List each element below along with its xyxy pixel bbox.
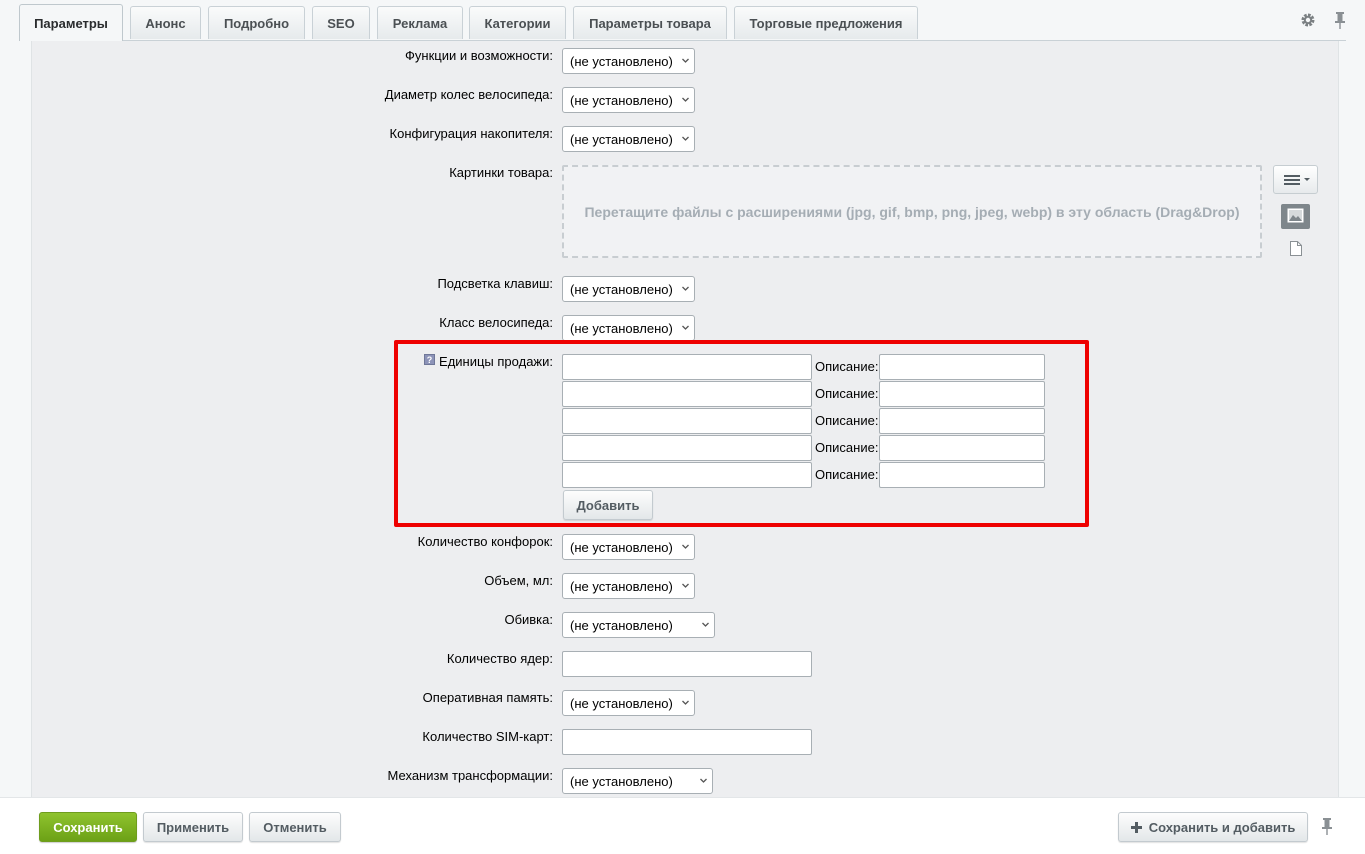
save-and-add-label: Сохранить и добавить (1148, 819, 1296, 835)
chevron-down-icon (682, 544, 689, 549)
description-input[interactable] (879, 435, 1045, 461)
gear-icon[interactable] (1299, 12, 1317, 30)
chevron-down-icon (682, 700, 689, 705)
transform-mechanism-label: Механизм трансформации: (387, 768, 553, 783)
pin-icon[interactable] (1334, 12, 1346, 30)
description-label: Описание: (815, 386, 879, 401)
sale-units-label: Единицы продажи: (439, 354, 553, 369)
select-value: (не установлено) (570, 53, 673, 69)
chevron-down-icon (682, 97, 689, 102)
ram-select[interactable]: (не установлено) (562, 690, 695, 716)
tab-parameters[interactable]: Параметры (19, 4, 123, 41)
dropzone-text: Перетащите файлы с расширениями (jpg, gi… (584, 203, 1240, 220)
bike-class-select[interactable]: (не установлено) (562, 315, 695, 341)
description-input[interactable] (879, 354, 1045, 380)
cores-input[interactable] (562, 651, 812, 677)
description-label: Описание: (815, 359, 879, 374)
cores-label: Количество ядер: (446, 651, 553, 666)
menu-icon (1284, 175, 1310, 185)
description-label: Описание: (815, 440, 879, 455)
wheel-diameter-label: Диаметр колес велосипеда: (384, 87, 553, 102)
wheel-diameter-select[interactable]: (не установлено) (562, 87, 695, 113)
chevron-down-icon (682, 583, 689, 588)
transform-mechanism-select[interactable]: (не установлено) (562, 768, 713, 794)
chevron-down-icon (682, 325, 689, 330)
tab-details[interactable]: Подробно (208, 6, 305, 39)
save-button[interactable]: Сохранить (39, 812, 137, 842)
menu-button[interactable] (1273, 165, 1318, 194)
description-label: Описание: (815, 467, 879, 482)
description-input[interactable] (879, 381, 1045, 407)
sale-unit-input[interactable] (562, 462, 812, 488)
bike-class-label: Класс велосипеда: (439, 315, 553, 330)
tab-advertising[interactable]: Реклама (377, 6, 463, 39)
save-and-add-button[interactable]: Сохранить и добавить (1118, 812, 1308, 842)
upholstery-label: Обивка: (504, 612, 553, 627)
select-value: (не установлено) (570, 320, 673, 336)
key-backlight-label: Подсветка клавиш: (437, 276, 553, 291)
chevron-down-icon (700, 778, 707, 783)
file-icon[interactable] (1290, 241, 1302, 256)
storage-config-label: Конфигурация накопителя: (389, 126, 553, 141)
chevron-down-icon (702, 622, 709, 627)
sim-count-label: Количество SIM-карт: (422, 729, 553, 744)
add-button[interactable]: Добавить (563, 490, 653, 520)
apply-button[interactable]: Применить (143, 812, 243, 842)
storage-config-select[interactable]: (не установлено) (562, 126, 695, 152)
tab-categories[interactable]: Категории (469, 6, 566, 39)
key-backlight-select[interactable]: (не установлено) (562, 276, 695, 302)
product-images-label: Картинки товара: (449, 165, 553, 180)
image-upload-button[interactable] (1281, 204, 1310, 229)
select-value: (не установлено) (570, 92, 673, 108)
chevron-down-icon (682, 58, 689, 63)
volume-label: Объем, мл: (484, 573, 553, 588)
select-value: (не установлено) (570, 281, 673, 297)
select-value: (не установлено) (570, 539, 673, 555)
select-value: (не установлено) (570, 773, 673, 789)
sim-count-input[interactable] (562, 729, 812, 755)
sale-unit-input[interactable] (562, 408, 812, 434)
pin-icon[interactable] (1321, 818, 1333, 836)
select-value: (не установлено) (570, 131, 673, 147)
volume-select[interactable]: (не установлено) (562, 573, 695, 599)
tab-announce[interactable]: Анонс (130, 6, 201, 39)
description-label: Описание: (815, 413, 879, 428)
sale-unit-input[interactable] (562, 381, 812, 407)
chevron-down-icon (682, 286, 689, 291)
select-value: (не установлено) (570, 578, 673, 594)
burners-label: Количество конфорок: (417, 534, 553, 549)
description-input[interactable] (879, 408, 1045, 434)
functions-select[interactable]: (не установлено) (562, 48, 695, 74)
chevron-down-icon (682, 136, 689, 141)
select-value: (не установлено) (570, 695, 673, 711)
description-input[interactable] (879, 462, 1045, 488)
plus-icon (1130, 821, 1142, 833)
sale-unit-input[interactable] (562, 354, 812, 380)
cancel-button[interactable]: Отменить (249, 812, 341, 842)
image-icon (1287, 208, 1304, 223)
help-icon[interactable]: ? (424, 354, 435, 365)
tab-trade-offers[interactable]: Торговые предложения (734, 6, 918, 39)
ram-label: Оперативная память: (422, 690, 553, 705)
select-value: (не установлено) (570, 617, 673, 633)
sale-unit-input[interactable] (562, 435, 812, 461)
image-dropzone[interactable]: Перетащите файлы с расширениями (jpg, gi… (562, 165, 1262, 258)
tab-seo[interactable]: SEO (312, 6, 370, 39)
upholstery-select[interactable]: (не установлено) (562, 612, 715, 638)
tab-product-parameters[interactable]: Параметры товара (573, 6, 727, 39)
burners-select[interactable]: (не установлено) (562, 534, 695, 560)
functions-label: Функции и возможности: (405, 48, 553, 63)
